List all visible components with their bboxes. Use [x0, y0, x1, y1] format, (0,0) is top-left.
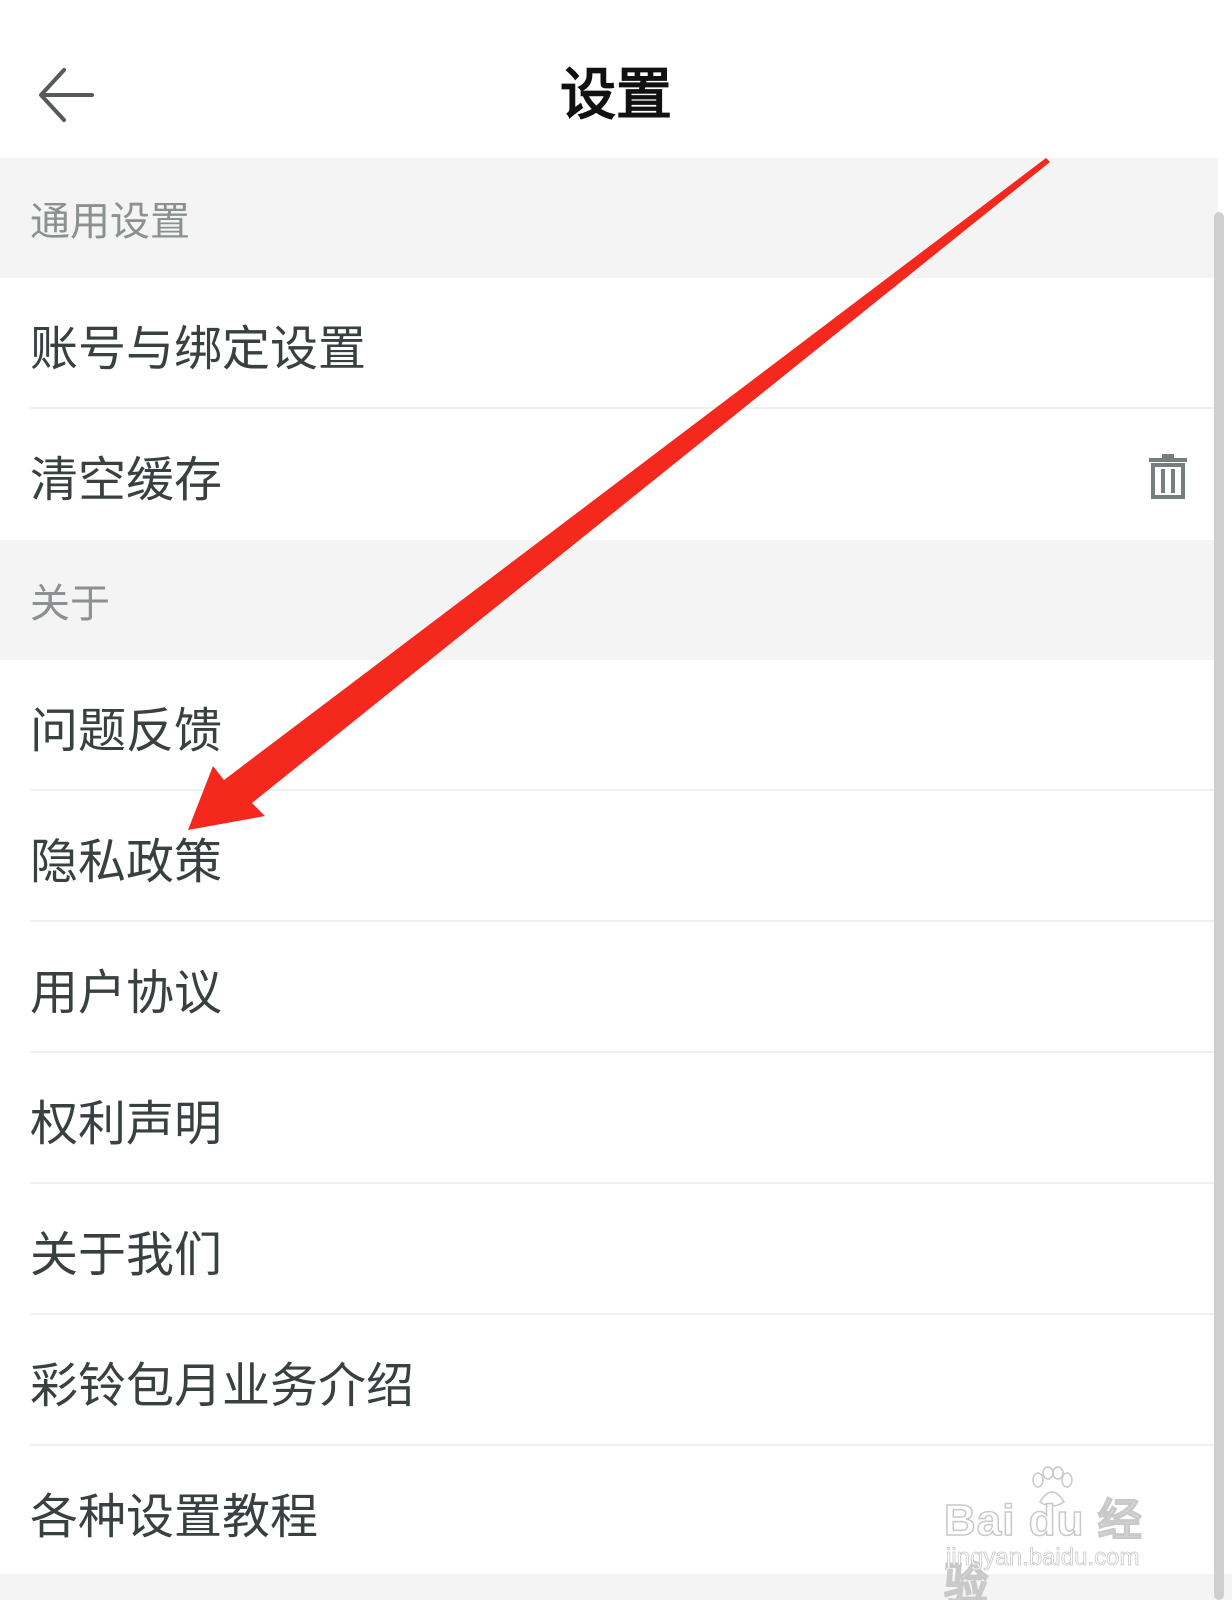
settings-screen: 设置 通用设置 账号与绑定设置 清空缓存 关于 问题反馈 隐私政策 用户协议 权… — [0, 0, 1232, 1600]
list-item-privacy-policy[interactable]: 隐私政策 — [0, 791, 1218, 922]
list-item-label: 账号与绑定设置 — [30, 320, 367, 377]
watermark-brand: Bai du 经验 — [943, 1495, 1143, 1600]
list-item-user-agreement[interactable]: 用户协议 — [0, 922, 1218, 1053]
baidu-jingyan-watermark: Bai du 经验 jingyan.baidu.com — [936, 1466, 1176, 1600]
settings-list: 通用设置 账号与绑定设置 清空缓存 关于 问题反馈 隐私政策 用户协议 权利声明 — [0, 158, 1218, 1577]
list-item-label: 问题反馈 — [30, 702, 223, 759]
section-header-about: 关于 — [0, 540, 1218, 660]
watermark-url: jingyan.baidu.com — [946, 1544, 1140, 1572]
list-item-label: 清空缓存 — [30, 451, 223, 508]
list-item-account-binding[interactable]: 账号与绑定设置 — [0, 278, 1218, 409]
list-item-ringtone-subscription[interactable]: 彩铃包月业务介绍 — [0, 1315, 1218, 1446]
list-item-label: 用户协议 — [30, 964, 223, 1021]
page-title: 设置 — [560, 63, 672, 128]
list-item-label: 彩铃包月业务介绍 — [30, 1357, 415, 1414]
list-item-label: 隐私政策 — [30, 833, 223, 890]
list-item-label: 关于我们 — [30, 1226, 223, 1283]
list-item-about-us[interactable]: 关于我们 — [0, 1184, 1218, 1315]
list-item-label: 各种设置教程 — [30, 1488, 319, 1545]
top-bar: 设置 — [0, 0, 1232, 158]
list-item-label: 权利声明 — [30, 1095, 223, 1152]
list-item-feedback[interactable]: 问题反馈 — [0, 660, 1218, 791]
section-header-general: 通用设置 — [0, 158, 1218, 278]
scrollbar[interactable] — [1214, 212, 1224, 1600]
trash-icon[interactable] — [1148, 453, 1188, 499]
list-item-clear-cache[interactable]: 清空缓存 — [0, 409, 1218, 540]
list-item-rights-statement[interactable]: 权利声明 — [0, 1053, 1218, 1184]
